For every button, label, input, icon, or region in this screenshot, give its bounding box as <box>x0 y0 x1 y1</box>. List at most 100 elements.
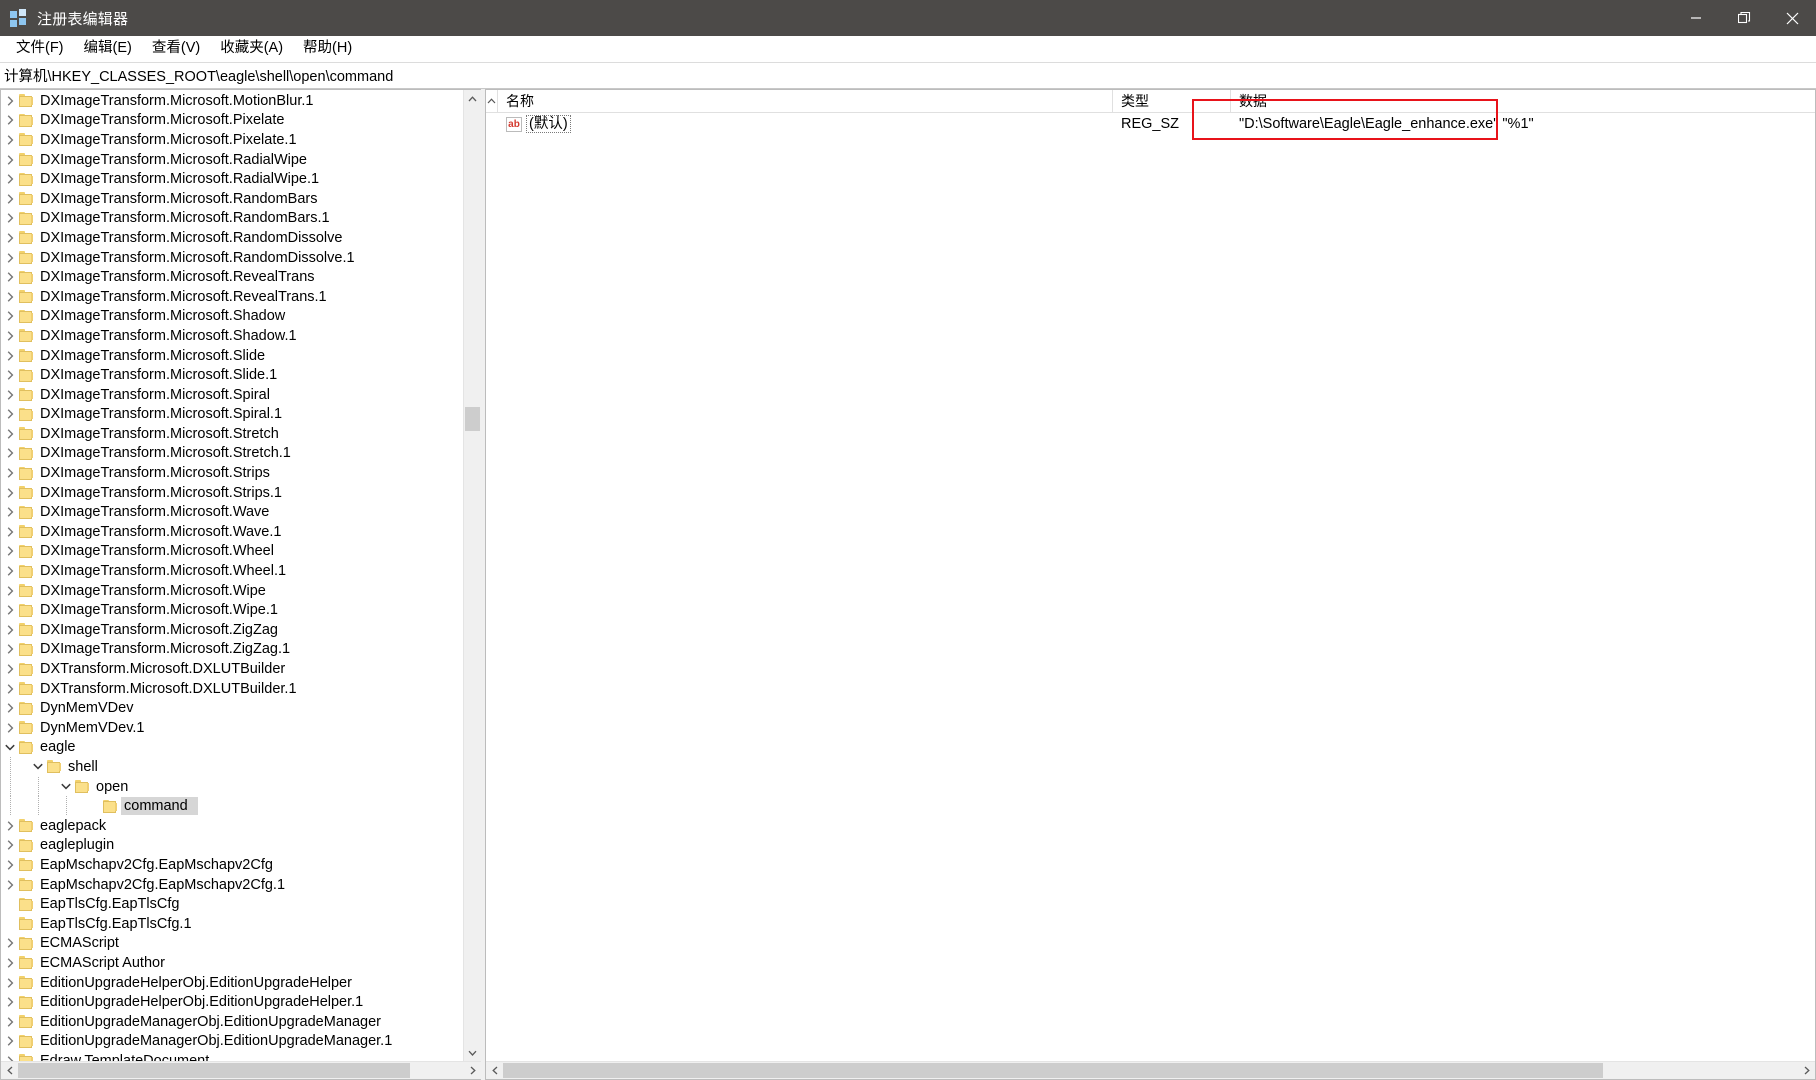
chevron-right-icon[interactable] <box>1 702 19 714</box>
tree-item[interactable]: DXImageTransform.Microsoft.RandomBars <box>1 189 463 209</box>
value-row[interactable]: ab (默认) REG_SZ "D:\Software\Eagle\Eagle_enh… <box>486 113 1815 135</box>
values-scroll-left-button[interactable] <box>486 1062 503 1078</box>
chevron-right-icon[interactable] <box>1 173 19 185</box>
chevron-right-icon[interactable] <box>1 428 19 440</box>
scroll-right-button[interactable] <box>464 1062 481 1078</box>
tree-item-selected[interactable]: command <box>1 796 463 816</box>
tree-item[interactable]: DynMemVDev.1 <box>1 718 463 738</box>
chevron-right-icon[interactable] <box>1 1016 19 1028</box>
chevron-right-icon[interactable] <box>1 134 19 146</box>
chevron-right-icon[interactable] <box>1 820 19 832</box>
chevron-right-icon[interactable] <box>1 1055 19 1061</box>
chevron-right-icon[interactable] <box>1 937 19 949</box>
tree-item[interactable]: DXImageTransform.Microsoft.Spiral.1 <box>1 405 463 425</box>
tree-item[interactable]: EapMschapv2Cfg.EapMschapv2Cfg <box>1 855 463 875</box>
menu-view[interactable]: 查看(V) <box>142 38 210 60</box>
chevron-right-icon[interactable] <box>1 643 19 655</box>
minimize-button[interactable] <box>1672 0 1720 36</box>
chevron-down-icon[interactable] <box>57 782 75 791</box>
chevron-down-icon[interactable] <box>29 762 47 771</box>
tree-item[interactable]: DXImageTransform.Microsoft.MotionBlur.1 <box>1 91 463 111</box>
tree-item[interactable]: DXImageTransform.Microsoft.Wave <box>1 502 463 522</box>
tree-item[interactable]: eaglepack <box>1 816 463 836</box>
tree-item[interactable]: DynMemVDev <box>1 698 463 718</box>
chevron-right-icon[interactable] <box>1 212 19 224</box>
tree-vertical-scrollbar[interactable] <box>463 90 481 1061</box>
tree-item[interactable]: DXImageTransform.Microsoft.RandomBars.1 <box>1 209 463 229</box>
menu-edit[interactable]: 编辑(E) <box>74 38 142 60</box>
menu-file[interactable]: 文件(F) <box>6 38 74 60</box>
scroll-left-button[interactable] <box>1 1062 18 1078</box>
tree-item[interactable]: DXImageTransform.Microsoft.Shadow <box>1 307 463 327</box>
chevron-right-icon[interactable] <box>1 957 19 969</box>
tree-item[interactable]: DXImageTransform.Microsoft.RevealTrans <box>1 267 463 287</box>
tree-hscroll-thumb[interactable] <box>18 1063 410 1078</box>
chevron-right-icon[interactable] <box>1 1035 19 1047</box>
tree-item[interactable]: DXImageTransform.Microsoft.Shadow.1 <box>1 326 463 346</box>
menu-help[interactable]: 帮助(H) <box>293 38 362 60</box>
tree-item[interactable]: DXImageTransform.Microsoft.Strips <box>1 463 463 483</box>
column-header-data[interactable]: 数据 <box>1231 90 1815 112</box>
tree-item[interactable]: DXImageTransform.Microsoft.Stretch <box>1 424 463 444</box>
chevron-right-icon[interactable] <box>1 271 19 283</box>
chevron-right-icon[interactable] <box>1 232 19 244</box>
chevron-right-icon[interactable] <box>1 604 19 616</box>
tree-scroll-track[interactable] <box>464 107 481 1044</box>
tree-item[interactable]: eagleplugin <box>1 836 463 856</box>
tree-item[interactable]: DXImageTransform.Microsoft.RandomDissolv… <box>1 228 463 248</box>
tree-item[interactable]: open <box>1 776 463 797</box>
values-list[interactable]: ab (默认) REG_SZ "D:\Software\Eagle\Eagle_enh… <box>486 113 1815 1061</box>
tree-item[interactable]: ECMAScript Author <box>1 953 463 973</box>
chevron-right-icon[interactable] <box>1 330 19 342</box>
chevron-right-icon[interactable] <box>1 467 19 479</box>
address-bar[interactable]: 计算机\HKEY_CLASSES_ROOT\eagle\shell\open\c… <box>0 62 1816 89</box>
tree-item[interactable]: DXImageTransform.Microsoft.Slide.1 <box>1 365 463 385</box>
tree-item[interactable]: DXImageTransform.Microsoft.RadialWipe.1 <box>1 169 463 189</box>
chevron-right-icon[interactable] <box>1 859 19 871</box>
tree-item[interactable]: DXImageTransform.Microsoft.Strips.1 <box>1 483 463 503</box>
scroll-up-button[interactable] <box>464 90 481 107</box>
tree-item[interactable]: EapTlsCfg.EapTlsCfg.1 <box>1 914 463 934</box>
tree-item[interactable]: EapTlsCfg.EapTlsCfg <box>1 894 463 914</box>
chevron-right-icon[interactable] <box>1 408 19 420</box>
chevron-right-icon[interactable] <box>1 683 19 695</box>
chevron-right-icon[interactable] <box>1 114 19 126</box>
chevron-right-icon[interactable] <box>1 291 19 303</box>
registry-tree[interactable]: DXImageTransform.Microsoft.MotionBlur.1 D… <box>1 90 463 1061</box>
tree-hscroll-track[interactable] <box>18 1062 464 1079</box>
chevron-right-icon[interactable] <box>1 350 19 362</box>
chevron-right-icon[interactable] <box>1 722 19 734</box>
tree-item[interactable]: shell <box>1 757 463 777</box>
column-header-type[interactable]: 类型 <box>1113 90 1231 112</box>
tree-item[interactable]: EditionUpgradeManagerObj.EditionUpgradeM… <box>1 1032 463 1052</box>
menu-favorites[interactable]: 收藏夹(A) <box>210 38 293 60</box>
tree-item[interactable]: DXImageTransform.Microsoft.Pixelate <box>1 111 463 131</box>
chevron-right-icon[interactable] <box>1 565 19 577</box>
chevron-right-icon[interactable] <box>1 193 19 205</box>
chevron-right-icon[interactable] <box>1 369 19 381</box>
chevron-right-icon[interactable] <box>1 996 19 1008</box>
chevron-right-icon[interactable] <box>1 585 19 597</box>
maximize-button[interactable] <box>1720 0 1768 36</box>
chevron-right-icon[interactable] <box>1 389 19 401</box>
tree-item[interactable]: DXTransform.Microsoft.DXLUTBuilder <box>1 659 463 679</box>
close-button[interactable] <box>1768 0 1816 36</box>
tree-item[interactable]: DXImageTransform.Microsoft.Spiral <box>1 385 463 405</box>
chevron-right-icon[interactable] <box>1 506 19 518</box>
tree-item[interactable]: EapMschapv2Cfg.EapMschapv2Cfg.1 <box>1 875 463 895</box>
tree-item[interactable]: EditionUpgradeManagerObj.EditionUpgradeM… <box>1 1012 463 1032</box>
chevron-down-icon[interactable] <box>1 743 19 752</box>
tree-item[interactable]: DXImageTransform.Microsoft.Pixelate.1 <box>1 130 463 150</box>
tree-item[interactable]: DXImageTransform.Microsoft.RandomDissolv… <box>1 248 463 268</box>
chevron-right-icon[interactable] <box>1 624 19 636</box>
tree-item[interactable]: DXImageTransform.Microsoft.ZigZag.1 <box>1 640 463 660</box>
column-header-name[interactable]: 名称 <box>498 90 1113 112</box>
chevron-right-icon[interactable] <box>1 252 19 264</box>
tree-item[interactable]: eagle <box>1 738 463 758</box>
chevron-right-icon[interactable] <box>1 663 19 675</box>
tree-item[interactable]: EditionUpgradeHelperObj.EditionUpgradeHe… <box>1 973 463 993</box>
chevron-right-icon[interactable] <box>1 977 19 989</box>
chevron-right-icon[interactable] <box>1 95 19 107</box>
tree-item[interactable]: DXImageTransform.Microsoft.Wave.1 <box>1 522 463 542</box>
tree-item[interactable]: DXImageTransform.Microsoft.Wipe <box>1 581 463 601</box>
